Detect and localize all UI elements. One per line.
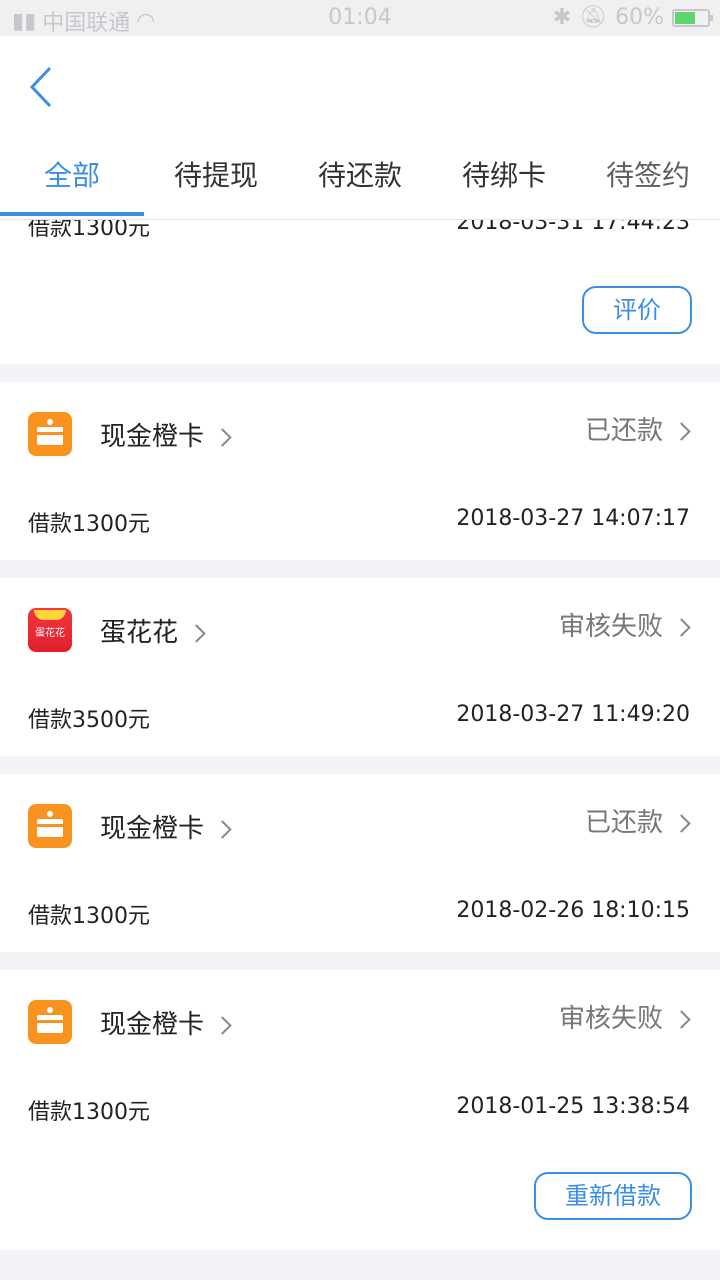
order-status[interactable]: 审核失败 [558, 606, 691, 643]
list-item[interactable]: 蛋花花 蛋花花 审核失败 借款3500元 2018-03-27 11:49:20 [0, 578, 720, 756]
chevron-right-icon [672, 1010, 691, 1029]
app-name[interactable]: 现金橙卡 [100, 1004, 232, 1041]
status-label: 审核失败 [558, 1004, 663, 1034]
review-button[interactable]: 评价 [582, 286, 692, 334]
app-name-label: 蛋花花 [100, 618, 179, 648]
order-status[interactable]: 已还款 [584, 802, 691, 839]
back-arrow-icon [29, 66, 52, 108]
app-name-label: 现金橙卡 [100, 422, 205, 452]
tab-pending-withdraw[interactable]: 待提现 [144, 146, 288, 216]
header: 全部 待提现 待还款 待绑卡 待签约 [0, 36, 720, 220]
bluetooth-icon: ✱ [552, 5, 572, 30]
tab-pending-bind-card[interactable]: 待绑卡 [432, 146, 576, 216]
card-app-icon [28, 412, 72, 456]
reapply-loan-button[interactable]: 重新借款 [534, 1172, 692, 1220]
tab-all[interactable]: 全部 [0, 146, 144, 216]
loan-amount: 借款1300元 [28, 512, 150, 537]
tab-pending-sign[interactable]: 待签约 [576, 146, 720, 216]
app-name-label: 现金橙卡 [100, 1010, 205, 1040]
app-name[interactable]: 现金橙卡 [100, 808, 232, 845]
chevron-right-icon [213, 428, 232, 447]
loan-amount: 借款1300元 [28, 904, 150, 929]
status-right: ✱ 🔕︎ 60% [552, 5, 713, 30]
battery-percent: 60% [615, 5, 664, 30]
loan-datetime: 2018-03-27 11:49:20 [456, 702, 690, 727]
tab-pending-repay[interactable]: 待还款 [288, 146, 432, 216]
loan-datetime: 2018-03-27 14:07:17 [456, 506, 690, 531]
danhuahua-app-icon: 蛋花花 [28, 608, 72, 652]
back-button[interactable] [26, 64, 56, 110]
tab-bar: 全部 待提现 待还款 待绑卡 待签约 [0, 146, 720, 216]
list-item[interactable]: 现金橙卡 已还款 借款1300元 2018-03-27 14:07:17 [0, 382, 720, 560]
chevron-right-icon [187, 624, 206, 643]
chevron-right-icon [672, 814, 691, 833]
chevron-right-icon [672, 422, 691, 441]
status-bar: ▮▮ 中国联通 ◠ 01:04 ✱ 🔕︎ 60% [0, 0, 720, 36]
status-label: 审核失败 [558, 612, 663, 642]
battery-icon [672, 8, 713, 27]
loan-datetime: 2018-02-26 18:10:15 [456, 898, 690, 923]
chevron-right-icon [213, 1016, 232, 1035]
order-status[interactable]: 已还款 [584, 410, 691, 447]
card-app-icon [28, 804, 72, 848]
chevron-right-icon [213, 820, 232, 839]
list-item[interactable]: 现金橙卡 审核失败 借款1300元 2018-01-25 13:38:54 重新… [0, 970, 720, 1250]
app-name-label: 现金橙卡 [100, 814, 205, 844]
list-item: 借款1300元 2018-03-31 17:44:23 评价 [0, 210, 720, 364]
app-icon-label: 蛋花花 [35, 628, 65, 639]
loan-datetime: 2018-01-25 13:38:54 [456, 1094, 690, 1119]
order-status[interactable]: 审核失败 [558, 998, 691, 1035]
loan-amount: 借款3500元 [28, 708, 150, 733]
list-item[interactable]: 现金橙卡 已还款 借款1300元 2018-02-26 18:10:15 [0, 774, 720, 952]
chevron-right-icon [672, 618, 691, 637]
app-name[interactable]: 现金橙卡 [100, 416, 232, 453]
status-label: 已还款 [584, 416, 663, 446]
status-label: 已还款 [584, 808, 663, 838]
mute-icon: 🔕︎ [579, 5, 608, 30]
card-app-icon [28, 1000, 72, 1044]
app-name[interactable]: 蛋花花 [100, 612, 206, 649]
app-icon-decoration [34, 610, 66, 620]
loan-amount: 借款1300元 [28, 1100, 150, 1125]
